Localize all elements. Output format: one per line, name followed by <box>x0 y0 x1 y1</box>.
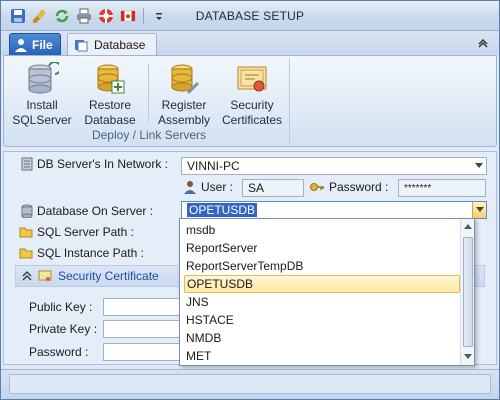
list-item[interactable]: JNS <box>184 293 460 311</box>
server-icon <box>21 157 33 171</box>
list-item[interactable]: ReportServerTempDB <box>184 257 460 275</box>
list-item[interactable]: NMDB <box>184 329 460 347</box>
user-label: User : <box>201 180 234 194</box>
register-assembly-button[interactable]: Register Assembly <box>152 60 216 130</box>
database-restore-icon <box>97 64 125 94</box>
database-icon <box>21 204 33 218</box>
scroll-up-icon[interactable] <box>463 222 473 232</box>
collapse-ribbon-icon[interactable] <box>477 37 489 49</box>
user-input[interactable]: SA <box>242 179 304 197</box>
db-server-label-row: DB Server's In Network : <box>21 157 168 171</box>
private-key-input[interactable] <box>103 320 183 338</box>
tab-file[interactable]: File <box>9 33 61 55</box>
scroll-thumb[interactable] <box>463 237 473 347</box>
user-value: SA <box>248 181 265 195</box>
list-item-label: ReportServer <box>186 241 258 255</box>
collapse-icon <box>22 271 32 281</box>
list-item[interactable]: MET <box>184 347 460 365</box>
db-server-dropdown-arrow[interactable] <box>472 158 486 174</box>
cert-password-text: Password : <box>29 345 89 359</box>
security-certificate-label: Security Certificate <box>58 269 159 283</box>
tab-database-label: Database <box>94 38 146 52</box>
password-value: ******* <box>404 182 432 194</box>
db-server-select[interactable]: VINNI-PC <box>181 157 487 175</box>
certificate-icon <box>38 270 52 281</box>
tab-file-label: File <box>32 37 53 52</box>
list-item-label: ReportServerTempDB <box>186 259 304 273</box>
dropdown-scrollbar[interactable] <box>460 219 474 365</box>
folder-icon <box>19 227 33 238</box>
restore-database-label: Restore Database <box>84 98 136 127</box>
database-register-icon <box>171 64 199 94</box>
key-icon <box>310 183 324 191</box>
ribbon-panel: Install SQLServer Restore Database Regis… <box>3 55 497 147</box>
status-pane <box>9 374 491 394</box>
password-input[interactable]: ******* <box>398 179 486 197</box>
install-sqlserver-label: Install SQLServer <box>12 98 72 127</box>
scroll-down-icon[interactable] <box>463 352 473 362</box>
sql-instance-label: SQL Instance Path : <box>37 246 144 260</box>
restore-database-button[interactable]: Restore Database <box>78 60 142 130</box>
user-icon <box>184 181 196 194</box>
database-select[interactable]: OPETUSDB <box>181 201 487 219</box>
ribbon-tab-row: File Database <box>1 31 499 56</box>
user-icon <box>15 38 27 52</box>
public-key-text: Public Key : <box>29 300 93 314</box>
db-server-value: VINNI-PC <box>187 159 240 173</box>
sql-instance-label-row: SQL Instance Path : <box>19 246 144 260</box>
list-item-label: HSTACE <box>186 313 234 327</box>
cert-password-input[interactable] <box>103 343 183 361</box>
ribbon-separator <box>148 64 149 122</box>
certificate-icon <box>237 66 267 92</box>
sql-path-label-row: SQL Server Path : <box>19 225 134 239</box>
ribbon-group-label: Deploy / Link Servers <box>91 128 207 142</box>
list-item-label: NMDB <box>186 331 222 345</box>
user-label-row: User : <box>183 180 233 194</box>
tab-database[interactable]: Database <box>67 33 157 56</box>
database-dropdown-list[interactable]: msdb ReportServer ReportServerTempDB OPE… <box>179 218 475 366</box>
title-bar: DATABASE SETUP <box>1 1 499 31</box>
password-label-row: Password : <box>309 180 388 194</box>
public-key-label: Public Key : <box>29 300 92 314</box>
list-item-label: JNS <box>186 295 209 309</box>
public-key-input[interactable] <box>103 298 183 316</box>
list-item[interactable]: HSTACE <box>184 311 460 329</box>
server-install-icon <box>28 62 59 94</box>
chevron-down-icon <box>475 163 483 168</box>
window-title: DATABASE SETUP <box>195 9 305 23</box>
cert-password-label: Password : <box>29 345 88 359</box>
list-item-label: OPETUSDB <box>187 277 254 291</box>
password-label: Password : <box>329 180 389 194</box>
status-bar <box>1 369 499 399</box>
list-item-selected[interactable]: OPETUSDB <box>184 275 460 293</box>
list-item-label: msdb <box>186 223 216 237</box>
install-sqlserver-button[interactable]: Install SQLServer <box>10 60 74 130</box>
database-dropdown-arrow[interactable] <box>472 202 486 218</box>
list-item[interactable]: ReportServer <box>184 239 460 257</box>
private-key-label: Private Key : <box>29 322 97 336</box>
database-value: OPETUSDB <box>187 203 258 217</box>
list-item[interactable]: msdb <box>184 221 460 239</box>
security-certificates-label: Security Certificates <box>221 98 283 127</box>
chevron-down-icon <box>475 207 484 212</box>
database-setup-window: DATABASE SETUP File Database Install SQL… <box>0 0 500 400</box>
security-certificates-button[interactable]: Security Certificates <box>220 60 284 130</box>
db-server-label: DB Server's In Network : <box>37 157 168 171</box>
deploy-link-servers-group: Install SQLServer Restore Database Regis… <box>8 58 290 144</box>
register-assembly-label: Register Assembly <box>157 98 210 127</box>
database-label: Database On Server : <box>37 204 154 218</box>
private-key-text: Private Key : <box>29 322 98 336</box>
database-label-row: Database On Server : <box>21 204 153 218</box>
database-tab-icon <box>75 40 88 52</box>
list-item-label: MET <box>186 349 212 363</box>
folder-icon <box>19 248 33 259</box>
sql-path-label: SQL Server Path : <box>37 225 134 239</box>
